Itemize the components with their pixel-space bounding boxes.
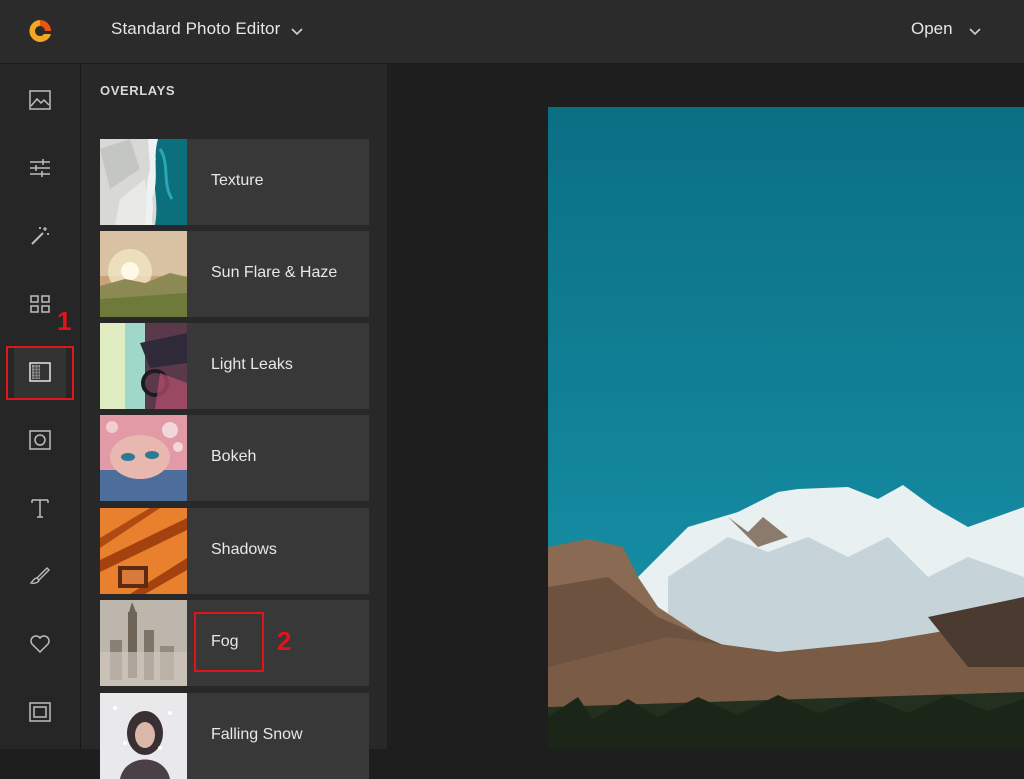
callout-number-1: 1 bbox=[57, 306, 71, 337]
callout-number-2: 2 bbox=[277, 626, 291, 657]
bokeh-thumbnail bbox=[100, 415, 187, 501]
open-menu-button[interactable]: Open bbox=[911, 19, 953, 39]
app-title-menu[interactable]: Standard Photo Editor bbox=[111, 19, 280, 39]
canvas-area bbox=[387, 64, 1024, 749]
top-bar: Standard Photo Editor Open bbox=[0, 0, 1024, 64]
magic-wand-icon[interactable] bbox=[14, 210, 66, 262]
overlay-item-falling-snow[interactable]: Falling Snow bbox=[100, 693, 369, 779]
shadows-thumbnail bbox=[100, 508, 187, 594]
overlay-label: Shadows bbox=[211, 541, 277, 559]
overlay-item-shadows[interactable]: Shadows bbox=[100, 508, 369, 594]
chevron-down-icon[interactable] bbox=[290, 24, 304, 38]
overlay-item-texture[interactable]: Texture bbox=[100, 139, 369, 225]
overlay-label: Light Leaks bbox=[211, 356, 293, 374]
adjust-sliders-icon[interactable] bbox=[14, 142, 66, 194]
overlay-label: Sun Flare & Haze bbox=[211, 264, 337, 282]
image-icon[interactable] bbox=[14, 74, 66, 126]
border-icon[interactable] bbox=[14, 686, 66, 738]
panel-title: OVERLAYS bbox=[100, 83, 175, 98]
overlay-label: Falling Snow bbox=[211, 726, 303, 744]
chevron-down-icon[interactable] bbox=[968, 24, 982, 38]
frame-icon[interactable] bbox=[14, 414, 66, 466]
app-logo-icon[interactable] bbox=[27, 18, 53, 44]
photo-preview[interactable] bbox=[548, 107, 1024, 749]
fog-thumbnail bbox=[100, 600, 187, 686]
overlay-label: Texture bbox=[211, 172, 263, 190]
falling-snow-thumbnail bbox=[100, 693, 187, 779]
overlay-label: Bokeh bbox=[211, 448, 256, 466]
callout-box-fog bbox=[194, 612, 264, 672]
overlay-item-bokeh[interactable]: Bokeh bbox=[100, 415, 369, 501]
callout-box-overlays-tool bbox=[6, 346, 74, 400]
text-icon[interactable] bbox=[14, 482, 66, 534]
texture-thumbnail bbox=[100, 139, 187, 225]
overlay-item-sun-flare-haze[interactable]: Sun Flare & Haze bbox=[100, 231, 369, 317]
brush-icon[interactable] bbox=[14, 550, 66, 602]
sun-flare-thumbnail bbox=[100, 231, 187, 317]
tool-rail bbox=[0, 64, 81, 749]
heart-icon[interactable] bbox=[14, 618, 66, 670]
light-leaks-thumbnail bbox=[100, 323, 187, 409]
overlay-item-light-leaks[interactable]: Light Leaks bbox=[100, 323, 369, 409]
